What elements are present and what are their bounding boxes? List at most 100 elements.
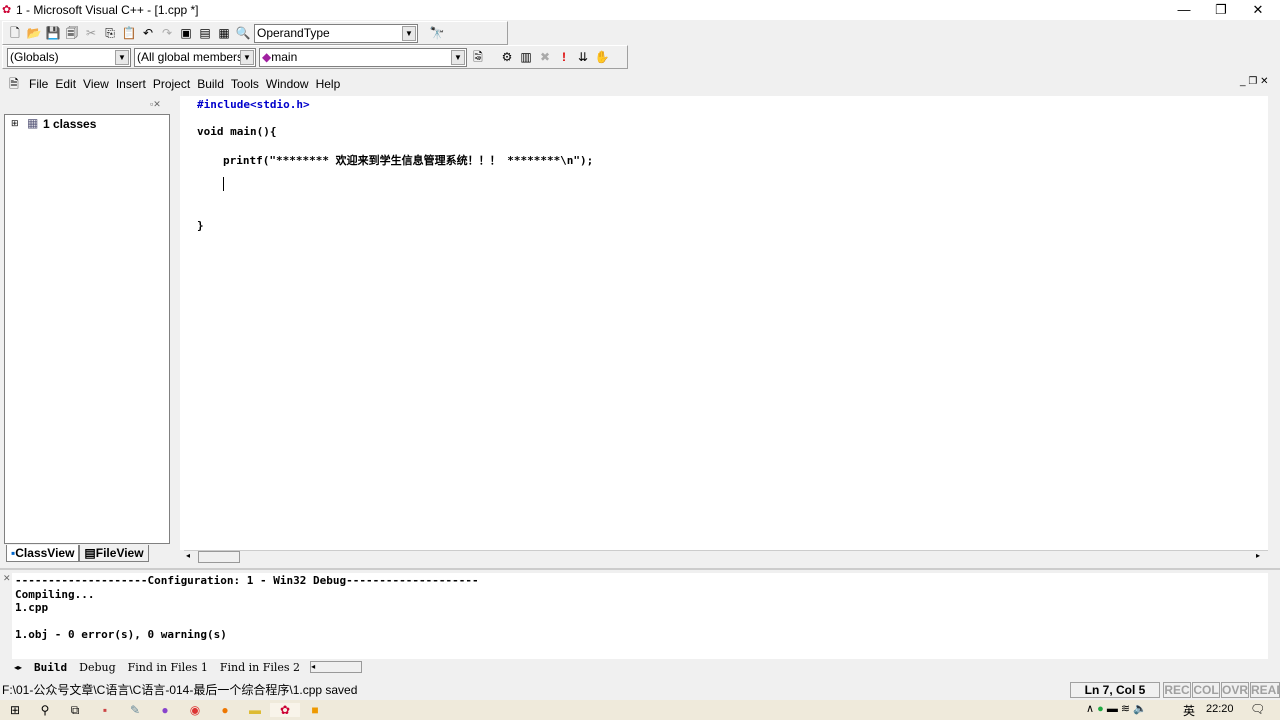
tray-icons[interactable]: ∧ ● ▬ ≋ 🔈	[1086, 702, 1147, 715]
mdi-controls[interactable]: _ ❐ ✕	[1240, 76, 1268, 87]
function-combo-value: main	[271, 50, 298, 64]
indicator-col: COL	[1192, 682, 1220, 698]
execute-icon[interactable]: !	[556, 49, 572, 65]
cursor-position: Ln 7, Col 5	[1070, 682, 1160, 698]
tree-root[interactable]: 1 classes	[43, 117, 96, 131]
editor-vertical-scrollbar[interactable]	[1268, 100, 1280, 550]
tab-scroll-icons[interactable]: ◂▸	[14, 663, 22, 672]
chevron-down-icon[interactable]: ▼	[402, 25, 416, 41]
find-combo-value: OperandType	[257, 26, 330, 40]
search-icon[interactable]: ⚲	[30, 703, 60, 717]
file-explorer-icon[interactable]: ▬	[240, 703, 270, 717]
start-icon[interactable]: ⊞	[0, 703, 30, 717]
document-icon: 🗎	[9, 76, 19, 91]
app-icon: ✿	[2, 4, 12, 16]
menu-window[interactable]: Window	[266, 77, 309, 91]
code-line: printf("******** 欢迎来到学生信息管理系统！！！ *******…	[223, 154, 594, 167]
tab-find-in-files-1[interactable]: Find in Files 1	[122, 661, 214, 674]
find-icon[interactable]: 🔭	[429, 25, 445, 41]
wizard-action-icon[interactable]: 🗟	[470, 49, 486, 65]
output-vertical-scrollbar[interactable]	[1268, 576, 1280, 672]
output-pane[interactable]: --------------------Configuration: 1 - W…	[12, 573, 1268, 659]
code-line: }	[197, 219, 204, 232]
new-file-icon[interactable]: 🗋	[7, 25, 23, 41]
chrome-icon[interactable]: ◉	[180, 703, 210, 717]
undo-icon[interactable]: ↶	[140, 25, 156, 41]
workspace-icon[interactable]: ▣	[178, 25, 194, 41]
scope-combo-value: (Globals)	[10, 50, 59, 64]
expand-icon[interactable]: ⊞	[11, 118, 19, 129]
function-combo[interactable]: ◆ main ▼	[259, 47, 467, 67]
save-icon[interactable]: 💾	[45, 25, 61, 41]
clock[interactable]: 22:20	[1206, 703, 1234, 715]
workspace-tree: ⊞ ▦ 1 classes	[4, 114, 170, 544]
chevron-down-icon[interactable]: ▼	[115, 49, 129, 65]
open-icon[interactable]: 📂	[26, 25, 42, 41]
app-icon[interactable]: ▪	[90, 703, 120, 717]
stop-build-icon[interactable]: ✖	[537, 49, 553, 65]
menu-edit[interactable]: Edit	[55, 77, 76, 91]
build-icon[interactable]: ▥	[518, 49, 534, 65]
tab-fileview[interactable]: ▤FileView	[79, 545, 149, 562]
visual-cpp-icon[interactable]: ✿	[270, 703, 300, 717]
notification-icon[interactable]: 🗨	[1250, 702, 1265, 716]
function-icon: ◆	[262, 50, 272, 64]
ime-indicator[interactable]: 英	[1183, 702, 1195, 719]
menu-insert[interactable]: Insert	[116, 77, 146, 91]
tab-find-in-files-2[interactable]: Find in Files 2	[214, 661, 306, 674]
redo-icon[interactable]: ↷	[159, 25, 175, 41]
compile-icon[interactable]: ⚙	[499, 49, 515, 65]
app-icon[interactable]: ✎	[120, 703, 150, 717]
find-in-files-icon[interactable]: 🔍	[235, 25, 251, 41]
tab-label: ClassView	[15, 546, 75, 560]
output-line: 1.cpp	[15, 601, 49, 614]
firefox-icon[interactable]: ●	[210, 703, 240, 717]
minimize-button[interactable]: —	[1166, 0, 1202, 20]
breakpoint-icon[interactable]: ✋	[594, 49, 610, 65]
code-editor[interactable]: #include<stdio.h> void main(){ printf("*…	[180, 96, 1268, 550]
output-tabs: ◂▸ Build Debug Find in Files 1 Find in F…	[14, 660, 363, 674]
chevron-down-icon[interactable]: ▼	[451, 49, 465, 65]
menu-build[interactable]: Build	[197, 77, 224, 91]
copy-icon[interactable]: ⎘	[102, 25, 118, 41]
chevron-down-icon[interactable]: ▼	[240, 49, 254, 65]
menu-file[interactable]: File	[29, 77, 48, 91]
menu-tools[interactable]: Tools	[231, 77, 259, 91]
tab-classview[interactable]: ▪ClassView	[6, 545, 80, 562]
code-line: #include<stdio.h>	[197, 98, 310, 111]
output-icon[interactable]: ▤	[197, 25, 213, 41]
task-view-icon[interactable]: ⧉	[60, 703, 90, 718]
scroll-right-icon[interactable]: ▸	[1256, 551, 1260, 560]
scroll-left-icon[interactable]: ◂	[186, 551, 190, 560]
paste-icon[interactable]: 📋	[121, 25, 137, 41]
output-horizontal-scrollbar[interactable]: ◂	[310, 661, 363, 673]
menu-help[interactable]: Help	[316, 77, 341, 91]
status-message: F:\01-公众号文章\C语言\C语言-014-最后一个综合程序\1.cpp s…	[2, 683, 358, 697]
go-icon[interactable]: ⇊	[575, 49, 591, 65]
code-line: void main(){	[197, 125, 277, 138]
app-icon[interactable]: ●	[150, 703, 180, 717]
cut-icon[interactable]: ✂	[83, 25, 99, 41]
members-combo[interactable]: (All global members ▼	[134, 47, 256, 67]
menu-project[interactable]: Project	[153, 77, 190, 91]
workspace-close-icon[interactable]: ▫✕	[150, 99, 161, 110]
find-combo[interactable]: OperandType ▼	[254, 23, 418, 43]
save-all-icon[interactable]: 🗐	[64, 25, 80, 41]
restore-button[interactable]: ❐	[1203, 0, 1239, 20]
wizardbar-toolbar: (Globals) ▼ (All global members ▼ ◆ main ▼ 🗟…	[2, 45, 628, 69]
scope-combo[interactable]: (Globals) ▼	[7, 47, 131, 67]
menu-view[interactable]: View	[83, 77, 109, 91]
sublime-icon[interactable]: ■	[300, 703, 330, 717]
indicator-ovr: OVR	[1221, 682, 1249, 698]
tab-build[interactable]: Build	[28, 661, 73, 674]
scroll-thumb[interactable]	[198, 551, 240, 563]
classes-icon: ▦	[27, 116, 39, 130]
splitter[interactable]	[0, 568, 1280, 570]
editor-horizontal-scrollbar[interactable]: ◂ ▸	[184, 550, 1268, 563]
close-button[interactable]: ✕	[1240, 0, 1276, 20]
output-close-icon[interactable]: ✕	[3, 573, 11, 584]
windows-icon[interactable]: ▦	[216, 25, 232, 41]
members-combo-value: (All global members	[137, 50, 244, 64]
window-title: 1 - Microsoft Visual C++ - [1.cpp *]	[16, 3, 199, 17]
tab-debug[interactable]: Debug	[73, 661, 122, 674]
